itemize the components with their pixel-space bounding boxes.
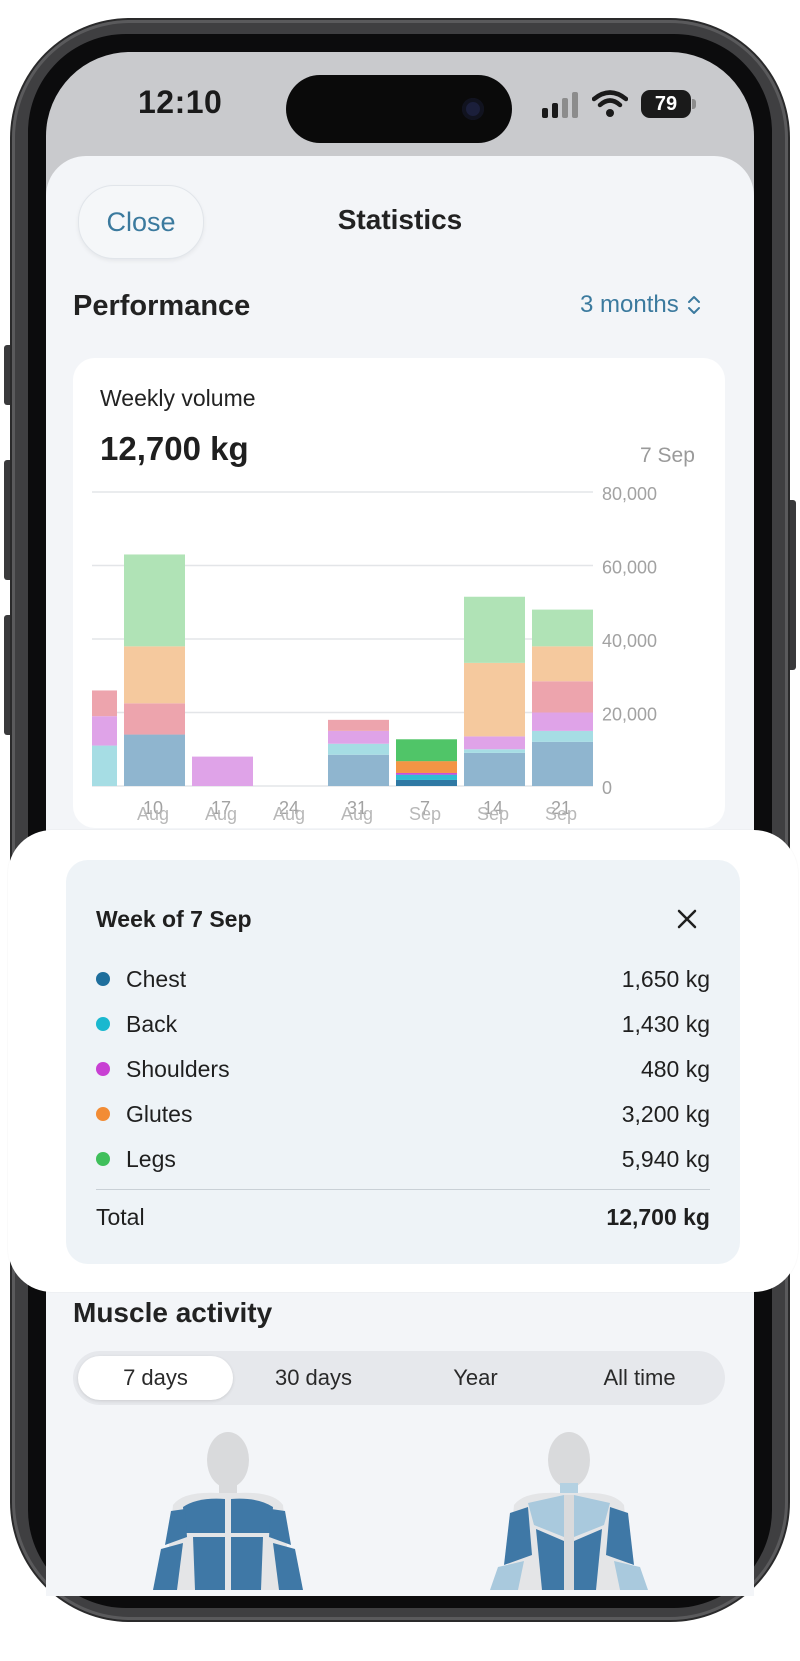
tab-7-days[interactable]: 7 days [78, 1356, 233, 1400]
bar-segment [124, 646, 185, 704]
legend-name: Chest [126, 965, 187, 992]
bar-segment [532, 609, 593, 647]
total-row: Total 12,700 kg [96, 1204, 710, 1231]
muscle-activity-title: Muscle activity [73, 1297, 273, 1328]
popup-title: Week of 7 Sep [96, 906, 252, 932]
bar-segment [532, 646, 593, 682]
tab-year[interactable]: Year [398, 1356, 553, 1400]
performance-title: Performance [73, 290, 251, 322]
x-month-label: Sep [477, 804, 509, 824]
legend-name: Back [126, 1010, 178, 1037]
bar-segment [124, 703, 185, 735]
bar-segment-highlight [396, 774, 457, 780]
legend-value: 480 kg [640, 1055, 710, 1082]
x-month-label: Aug [341, 804, 373, 824]
bar-segment [328, 743, 389, 755]
x-month-label: Sep [545, 804, 577, 824]
bar-segment [124, 734, 185, 786]
popup-divider [96, 1189, 710, 1190]
close-icon [677, 909, 697, 929]
legend-dot [96, 1017, 110, 1031]
legend-name: Glutes [126, 1100, 193, 1127]
legend-name: Legs [126, 1145, 176, 1172]
legend-row-legs: Legs 5,940 kg [96, 1139, 710, 1179]
back-body-figure[interactable] [484, 1425, 654, 1590]
legend-dot [96, 972, 110, 986]
page-title: Statistics [337, 204, 463, 235]
bar-segment [464, 749, 525, 753]
y-tick-label: 60,000 [602, 558, 657, 578]
bar-segment [328, 730, 389, 744]
wifi-icon [592, 90, 628, 117]
bar-segment [92, 716, 117, 746]
bar-segment [124, 554, 185, 647]
bar-segment-highlight [396, 761, 457, 773]
legend-value: 3,200 kg [621, 1100, 710, 1127]
bar-segment-highlight [396, 739, 457, 762]
tab-30-days[interactable]: 30 days [236, 1356, 391, 1400]
popup-close-button[interactable] [668, 900, 706, 938]
bar-segment [464, 752, 525, 786]
range-selector[interactable]: 3 months [580, 291, 701, 319]
legend-row-shoulders: Shoulders 480 kg [96, 1049, 710, 1089]
bar-segment [328, 719, 389, 731]
range-label: 3 months [580, 291, 679, 318]
bar-segment [192, 756, 253, 786]
battery-icon: 79 [641, 90, 691, 118]
x-month-label: Aug [205, 804, 237, 824]
close-button[interactable]: Close [78, 185, 204, 259]
y-tick-label: 40,000 [602, 631, 657, 651]
bar-segment [532, 681, 593, 713]
total-value: 12,700 kg [606, 1204, 710, 1230]
battery-cap [692, 99, 696, 109]
bar-segment [328, 754, 389, 786]
bar-segment [532, 741, 593, 786]
legend-row-back: Back 1,430 kg [96, 1004, 710, 1044]
y-tick-label: 80,000 [602, 484, 657, 504]
card-date: 7 Sep [640, 444, 695, 467]
front-camera [462, 98, 484, 120]
legend-dot [96, 1152, 110, 1166]
battery-level: 79 [654, 92, 678, 115]
legend-row-chest: Chest 1,650 kg [96, 959, 710, 999]
x-month-label: Aug [273, 804, 305, 824]
card-label: Weekly volume [100, 385, 256, 411]
bar-segment-highlight [396, 772, 457, 775]
card-value: 12,700 kg [100, 430, 249, 467]
tab-all-time[interactable]: All time [562, 1356, 717, 1400]
legend-row-glutes: Glutes 3,200 kg [96, 1094, 710, 1134]
y-tick-label: 0 [602, 778, 612, 798]
bar-segment [464, 596, 525, 663]
bar-segment-highlight [396, 779, 457, 786]
legend-value: 1,650 kg [621, 965, 710, 992]
bar-segment [532, 712, 593, 731]
legend-dot [96, 1062, 110, 1076]
bar-segment [92, 690, 117, 717]
status-time: 12:10 [138, 84, 223, 120]
legend-value: 1,430 kg [621, 1010, 710, 1037]
signal-icon [542, 92, 578, 118]
bar-segment [464, 662, 525, 737]
legend-dot [96, 1107, 110, 1121]
front-body-figure[interactable] [143, 1425, 313, 1590]
x-month-label: Sep [409, 804, 441, 824]
weekly-volume-chart[interactable]: 80,00060,00040,00020,00001017243171421gA… [90, 470, 710, 840]
legend-value: 5,940 kg [621, 1145, 710, 1172]
x-month-label: Aug [137, 804, 169, 824]
period-segmented-control: 7 days 30 days Year All time [73, 1351, 725, 1405]
legend-name: Shoulders [126, 1055, 230, 1082]
bar-segment [464, 736, 525, 750]
chevron-up-down-icon [687, 296, 700, 314]
y-tick-label: 20,000 [602, 705, 657, 725]
bar-segment [92, 745, 117, 786]
total-label: Total [96, 1204, 145, 1230]
bar-segment [532, 730, 593, 742]
